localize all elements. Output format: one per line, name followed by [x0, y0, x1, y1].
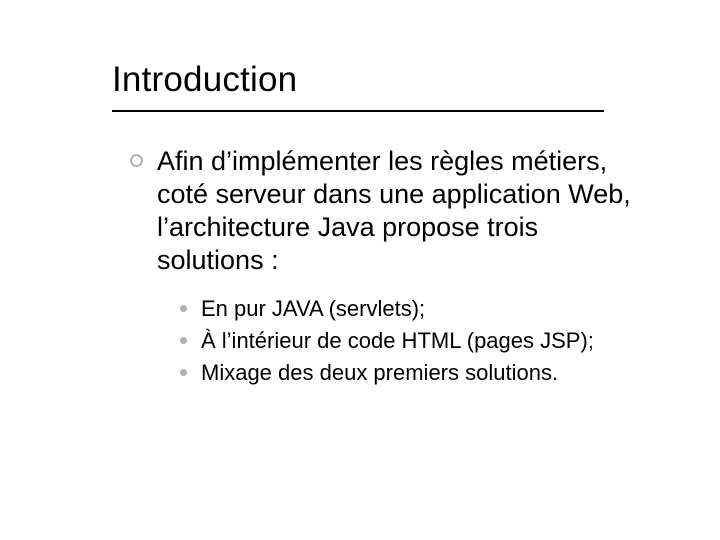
dot-bullet-icon — [180, 305, 187, 312]
slide: Introduction Afin d’implémenter les règl… — [0, 0, 720, 540]
dot-bullet-icon — [180, 337, 187, 344]
bullet-text: Afin d’implémenter les règles métiers, c… — [157, 145, 640, 277]
list-item: En pur JAVA (servlets); — [180, 295, 640, 323]
bullet-row: Afin d’implémenter les règles métiers, c… — [130, 145, 640, 277]
list-item: Mixage des deux premiers solutions. — [180, 359, 640, 387]
title-underline — [112, 110, 604, 112]
slide-body: Afin d’implémenter les règles métiers, c… — [130, 145, 640, 391]
list-item: À l’intérieur de code HTML (pages JSP); — [180, 327, 640, 355]
dot-bullet-icon — [180, 369, 187, 376]
ring-bullet-icon — [130, 154, 143, 167]
sub-item-text: À l’intérieur de code HTML (pages JSP); — [201, 327, 594, 355]
sub-item-text: En pur JAVA (servlets); — [201, 295, 425, 323]
sub-item-text: Mixage des deux premiers solutions. — [201, 359, 558, 387]
sub-list: En pur JAVA (servlets); À l’intérieur de… — [180, 295, 640, 387]
slide-title: Introduction — [112, 60, 297, 100]
